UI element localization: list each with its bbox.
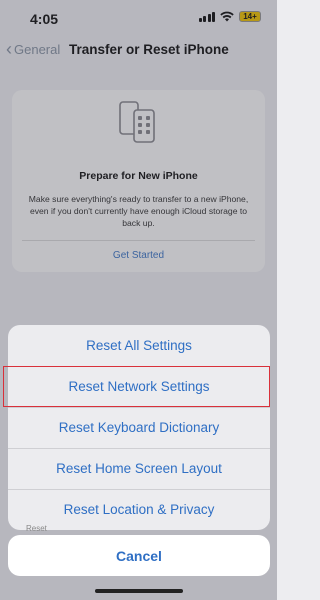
background-reset-label: Reset (26, 524, 47, 533)
home-indicator[interactable] (95, 589, 183, 593)
reset-location-privacy-button[interactable]: Reset Location & Privacy (8, 489, 270, 530)
highlight-box (3, 366, 270, 407)
cancel-button[interactable]: Cancel (8, 535, 270, 576)
reset-keyboard-dictionary-button[interactable]: Reset Keyboard Dictionary (8, 407, 270, 448)
reset-home-screen-layout-button[interactable]: Reset Home Screen Layout (8, 448, 270, 489)
reset-all-settings-button[interactable]: Reset All Settings (8, 325, 270, 366)
reset-action-sheet: Reset All Settings Reset Network Setting… (8, 325, 270, 530)
